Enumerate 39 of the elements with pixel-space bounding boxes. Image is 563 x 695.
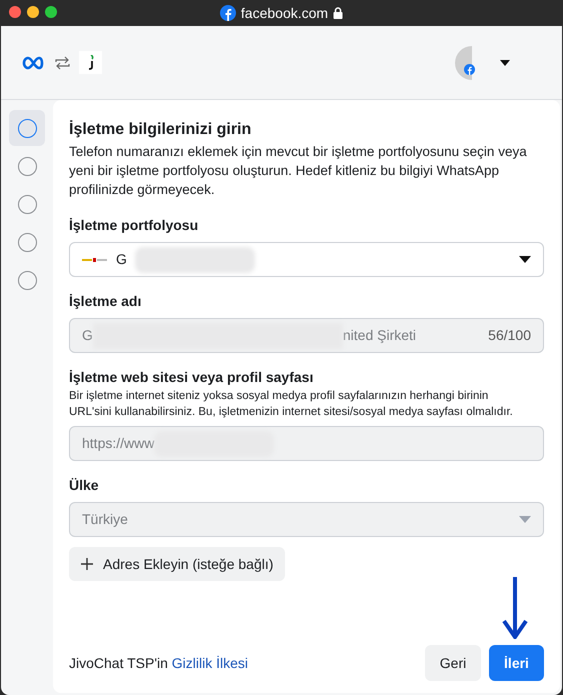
field-label: İşletme adı (69, 292, 142, 311)
caret-icon (519, 516, 531, 523)
infinity-logo-icon (21, 56, 46, 70)
zoom-button[interactable] (45, 6, 57, 18)
app-logo-icon (79, 51, 102, 74)
caret-icon[interactable] (500, 60, 510, 66)
form-title: İşletme bilgilerinizi girin (69, 119, 252, 140)
dropdown-field[interactable]: G (69, 242, 544, 277)
site-icon (220, 5, 236, 21)
close-button[interactable] (9, 6, 21, 18)
back-button[interactable]: Geri (425, 645, 481, 681)
plus-icon (81, 558, 93, 570)
dropdown-value: G (116, 250, 127, 269)
swap-icon (54, 56, 71, 70)
input-field[interactable]: G nited Şirketi 56/100 (69, 318, 544, 353)
logo-icon (82, 256, 108, 262)
form-description: Telefon numaranızı eklemek için mevcut bir işletme portfolyosunu seçin veya yeni bir işletme portfolyosu oluşturun. Hedef kitleniz bu bilgiyi WhatsApp profilinizde görmeyecek. (69, 143, 528, 199)
field-label: İşletme web sitesi veya profil sayfası (69, 368, 314, 387)
facebook-badge-icon (464, 64, 475, 74)
minimize-button[interactable] (27, 6, 39, 18)
field-label: İşletme portfolyosu (69, 216, 200, 235)
avatar[interactable] (455, 46, 472, 80)
caret-icon (519, 256, 531, 263)
input-value: nited Şirketi (342, 326, 416, 345)
add-address-button[interactable]: Adres Ekleyin (isteğe bağlı) (69, 547, 286, 581)
down-arrow-annotation (502, 577, 528, 639)
input-value: G (82, 326, 93, 345)
character-counter: 56/100 (488, 326, 531, 345)
lock-icon (333, 7, 344, 19)
step-indicator[interactable] (9, 110, 45, 146)
input-field[interactable]: https://www (69, 426, 544, 461)
help-text: Bir işletme internet siteniz yoksa sosyal medya profil sayfalarınızın herhangi birinin URL'sini kullanabilirsiniz. Bu, işletmenizin internet sitesi/sosyal medya sayfası olmalıdır. (69, 389, 514, 420)
privacy-link[interactable]: Gizlilik İlkesi (172, 654, 248, 670)
input-value: https://www (82, 434, 154, 453)
next-button[interactable]: İleri (489, 645, 544, 681)
field-label: Ülke (69, 476, 100, 495)
dropdown-value: Türkiye (82, 510, 128, 529)
window-title: facebook.com (240, 4, 328, 22)
footer-text: JivoChat TSP'in Gizlilik İlkesi (69, 654, 248, 672)
